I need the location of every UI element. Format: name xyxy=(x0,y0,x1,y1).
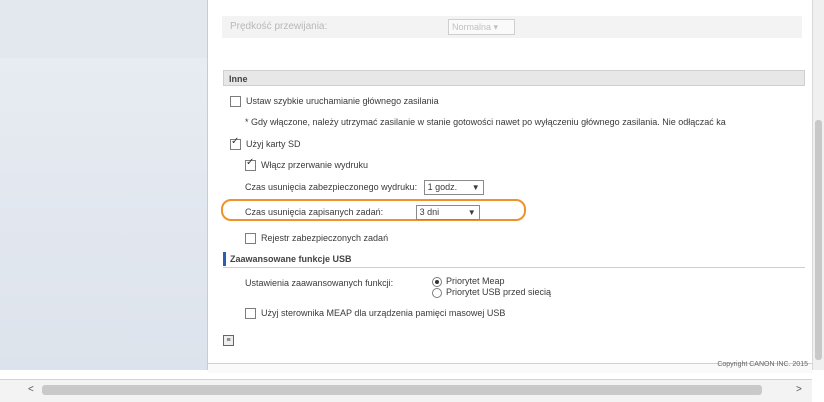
scroll-left-icon[interactable]: < xyxy=(28,384,34,395)
use-sd-checkbox[interactable] xyxy=(230,136,241,151)
secure-jobs-log-row[interactable]: Rejestr zabezpieczonych zadań xyxy=(245,233,389,245)
sidebar-header xyxy=(0,0,207,58)
quick-start-note: * Gdy włączone, należy utrzymać zasilani… xyxy=(245,117,726,127)
section-header-usb: Zaawansowane funkcje USB xyxy=(230,254,352,264)
quick-start-label: Ustaw szybkie uruchamianie głównego zasi… xyxy=(246,96,439,106)
copyright-text: Copyright CANON INC. 2015 xyxy=(717,361,808,368)
chevron-down-icon: ▼ xyxy=(467,208,476,217)
quick-start-row[interactable]: Ustaw szybkie uruchamianie głównego zasi… xyxy=(230,96,439,108)
section-header-inne: Inne xyxy=(223,70,805,86)
section-accent xyxy=(223,252,226,266)
scroll-speed-label: Prędkość przewijania: xyxy=(230,21,328,32)
horizontal-scrollbar-thumb[interactable] xyxy=(42,385,762,395)
meap-driver-row[interactable]: Użyj sterownika MEAP dla urządzenia pami… xyxy=(245,308,506,320)
print-hold-checkbox[interactable] xyxy=(245,157,256,172)
radio-usb-label: Priorytet USB przed siecią xyxy=(446,287,552,297)
vertical-scrollbar-thumb[interactable] xyxy=(815,120,822,360)
use-sd-row[interactable]: Użyj karty SD xyxy=(230,136,301,151)
sidebar xyxy=(0,0,208,370)
horizontal-scrollbar[interactable]: < > xyxy=(0,379,812,402)
print-hold-row[interactable]: Włącz przerwanie wydruku xyxy=(245,157,369,172)
saved-jobs-delete-select[interactable]: 3 dni ▼ xyxy=(415,205,480,220)
collapse-icon[interactable]: ≡ xyxy=(223,335,234,346)
scroll-speed-row: Prędkość przewijania: Normalna ▾ xyxy=(222,16,802,38)
radio-meap-row[interactable]: Priorytet Meap xyxy=(432,276,505,287)
advanced-usb-label: Ustawienia zaawansowanych funkcji: xyxy=(245,278,394,288)
secure-print-delete-value: 1 godz. xyxy=(427,182,458,192)
settings-panel: Prędkość przewijania: Normalna ▾ Inne Us… xyxy=(208,0,818,370)
scroll-speed-select[interactable]: Normalna ▾ xyxy=(448,19,515,35)
saved-jobs-delete-row: Czas usunięcia zapisanych zadań: 3 dni ▼ xyxy=(245,205,480,220)
radio-usb[interactable] xyxy=(432,287,442,298)
chevron-down-icon: ▼ xyxy=(471,183,480,192)
quick-start-checkbox[interactable] xyxy=(230,96,241,108)
secure-print-delete-label: Czas usunięcia zabezpieczonego wydruku: xyxy=(245,181,418,192)
radio-meap[interactable] xyxy=(432,276,442,287)
use-sd-label: Użyj karty SD xyxy=(246,139,301,149)
section-divider xyxy=(223,267,805,268)
secure-jobs-log-checkbox[interactable] xyxy=(245,233,256,245)
secure-jobs-log-label: Rejestr zabezpieczonych zadań xyxy=(261,233,389,243)
footer: Copyright CANON INC. 2015 xyxy=(208,361,812,373)
scroll-right-icon[interactable]: > xyxy=(796,384,802,395)
secure-print-delete-select[interactable]: 1 godz. ▼ xyxy=(423,180,484,195)
radio-usb-row[interactable]: Priorytet USB przed siecią xyxy=(432,287,551,298)
vertical-scrollbar[interactable] xyxy=(812,0,824,370)
meap-driver-label: Użyj sterownika MEAP dla urządzenia pami… xyxy=(261,308,506,318)
saved-jobs-delete-label: Czas usunięcia zapisanych zadań: xyxy=(245,206,384,217)
radio-meap-label: Priorytet Meap xyxy=(446,276,505,286)
print-hold-label: Włącz przerwanie wydruku xyxy=(261,160,369,170)
saved-jobs-delete-value: 3 dni xyxy=(419,207,440,217)
meap-driver-checkbox[interactable] xyxy=(245,308,256,320)
scroll-speed-value: Normalna xyxy=(452,22,492,32)
secure-print-delete-row: Czas usunięcia zabezpieczonego wydruku: … xyxy=(245,180,484,195)
